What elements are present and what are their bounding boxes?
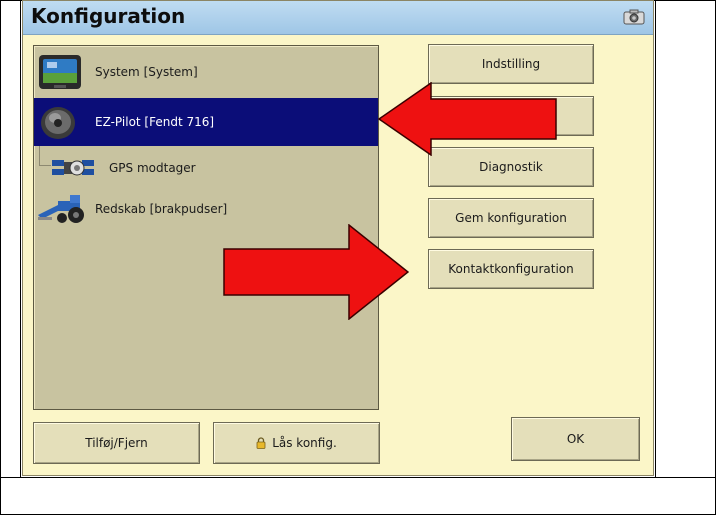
gps-receiver-icon [52,160,94,176]
title-bar: Konfiguration [23,1,653,35]
padlock-icon [256,437,266,449]
red-arrow-left-icon [378,82,557,156]
kontaktkonfiguration-button[interactable]: Kontaktkonfiguration [428,249,594,289]
las-konfig-label: Lås konfig. [272,436,337,450]
display-terminal-icon [39,55,81,89]
frame-divider-right [655,0,656,478]
camera-icon[interactable] [623,9,645,25]
tilfoj-fjern-button[interactable]: Tilføj/Fjern [33,422,200,464]
frame-divider-left [20,0,21,478]
list-item-label: Redskab [brakpudser] [95,202,228,216]
list-item-redskab[interactable]: Redskab [brakpudser] [34,189,378,229]
list-item-gps[interactable]: GPS modtager [34,148,378,188]
list-item-system[interactable]: System [System] [34,48,378,96]
window-title: Konfiguration [31,4,186,28]
list-item-label: EZ-Pilot [Fendt 716] [95,115,215,129]
tractor-implement-icon [38,195,84,223]
indstilling-button[interactable]: Indstilling [428,44,594,84]
gem-konfiguration-button[interactable]: Gem konfiguration [428,198,594,238]
red-arrow-right-icon [223,224,409,320]
frame-divider-bottom [0,477,716,478]
list-item-label: GPS modtager [109,161,196,175]
las-konfig-button[interactable]: Lås konfig. [213,422,380,464]
steering-motor-icon [41,107,75,139]
ok-button[interactable]: OK [511,417,640,461]
list-item-label: System [System] [95,65,198,79]
list-item-ez-pilot[interactable]: EZ-Pilot [Fendt 716] [34,98,378,146]
